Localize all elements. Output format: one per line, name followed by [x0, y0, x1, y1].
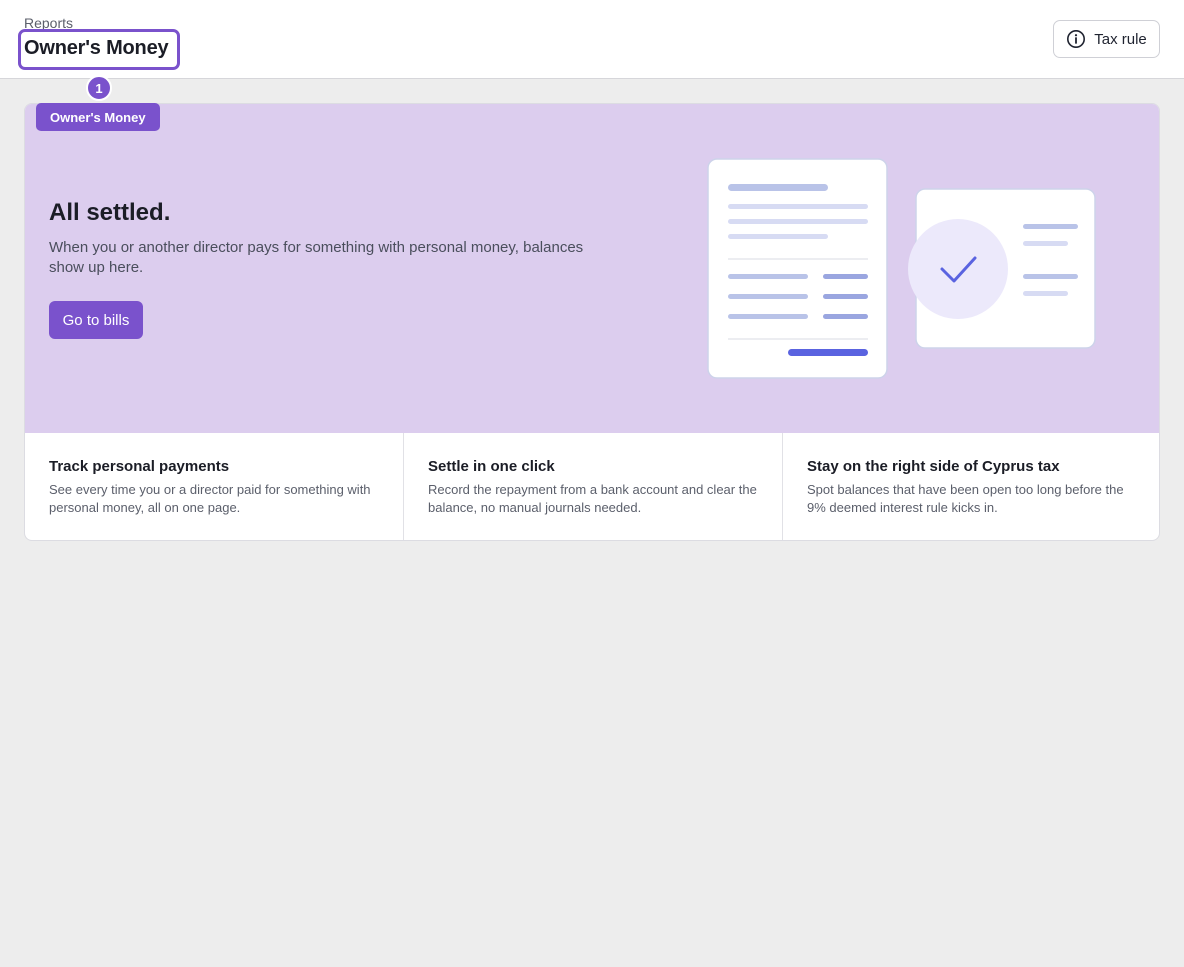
hero-description: When you or another director pays for so…	[49, 239, 584, 276]
go-to-bills-button[interactable]: Go to bills	[49, 301, 143, 339]
feature-title: Stay on the right side of Cyprus tax	[807, 458, 1060, 475]
feature-description: Record the repayment from a bank account…	[428, 482, 757, 515]
owners-money-card: All settled. When you or another directo…	[24, 103, 1160, 541]
feature-description: Spot balances that have been open too lo…	[807, 482, 1124, 515]
tax-rule-button[interactable]: Tax rule	[1053, 20, 1160, 58]
highlight-box	[18, 29, 180, 70]
top-bar: Reports Owner's Money Tax rule	[0, 0, 1184, 79]
hero-title: All settled.	[49, 199, 171, 226]
feature-title: Settle in one click	[428, 458, 555, 475]
feature-list: Track personal payments See every time y…	[25, 433, 1159, 540]
settled-illustration	[707, 158, 1096, 379]
hero-panel: All settled. When you or another directo…	[25, 104, 1159, 433]
info-icon	[1066, 29, 1086, 49]
feature-track-payments: Track personal payments See every time y…	[25, 433, 404, 540]
owners-money-tag: Owner's Money	[36, 103, 160, 131]
feature-cyprus-tax: Stay on the right side of Cyprus tax Spo…	[783, 433, 1159, 540]
step-number-badge: 1	[86, 75, 112, 101]
feature-title: Track personal payments	[49, 458, 230, 475]
tax-rule-label: Tax rule	[1094, 30, 1147, 48]
feature-settle-one-click: Settle in one click Record the repayment…	[404, 433, 783, 540]
feature-description: See every time you or a director paid fo…	[49, 482, 371, 515]
